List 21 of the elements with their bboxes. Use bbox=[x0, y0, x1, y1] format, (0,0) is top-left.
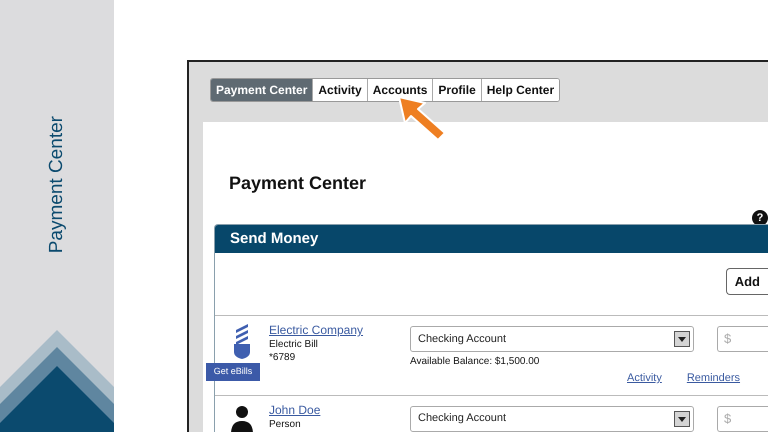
payee-type: Electric Bill bbox=[269, 338, 319, 351]
account-select[interactable]: Checking Account bbox=[410, 326, 694, 352]
payee-link[interactable]: Electric Company bbox=[269, 323, 364, 338]
payee-link[interactable]: John Doe bbox=[269, 402, 320, 418]
add-button[interactable]: Add bbox=[726, 268, 768, 295]
card-title: Send Money bbox=[230, 228, 318, 249]
payee-action-link[interactable]: Reminders bbox=[686, 370, 740, 386]
payee-type: Person bbox=[269, 418, 302, 430]
plug-icon bbox=[233, 324, 251, 360]
payee-account: *6789 bbox=[269, 351, 296, 364]
nav-tab[interactable]: Payment Center bbox=[211, 79, 312, 101]
nav-tab[interactable]: Help Center bbox=[480, 79, 560, 101]
person-icon bbox=[230, 404, 254, 432]
sidebar-title: Payment Center bbox=[44, 116, 68, 254]
dropdown-caret-icon bbox=[674, 410, 690, 426]
dropdown-caret-icon bbox=[674, 331, 690, 347]
page-title: Payment Center bbox=[229, 172, 366, 195]
get-ebills-button[interactable]: Get eBills bbox=[206, 363, 260, 381]
payee-action-link[interactable]: Activity bbox=[627, 370, 662, 386]
account-select[interactable]: Checking Account bbox=[410, 406, 694, 432]
available-balance: Available Balance: $1,500.00 bbox=[410, 355, 540, 369]
